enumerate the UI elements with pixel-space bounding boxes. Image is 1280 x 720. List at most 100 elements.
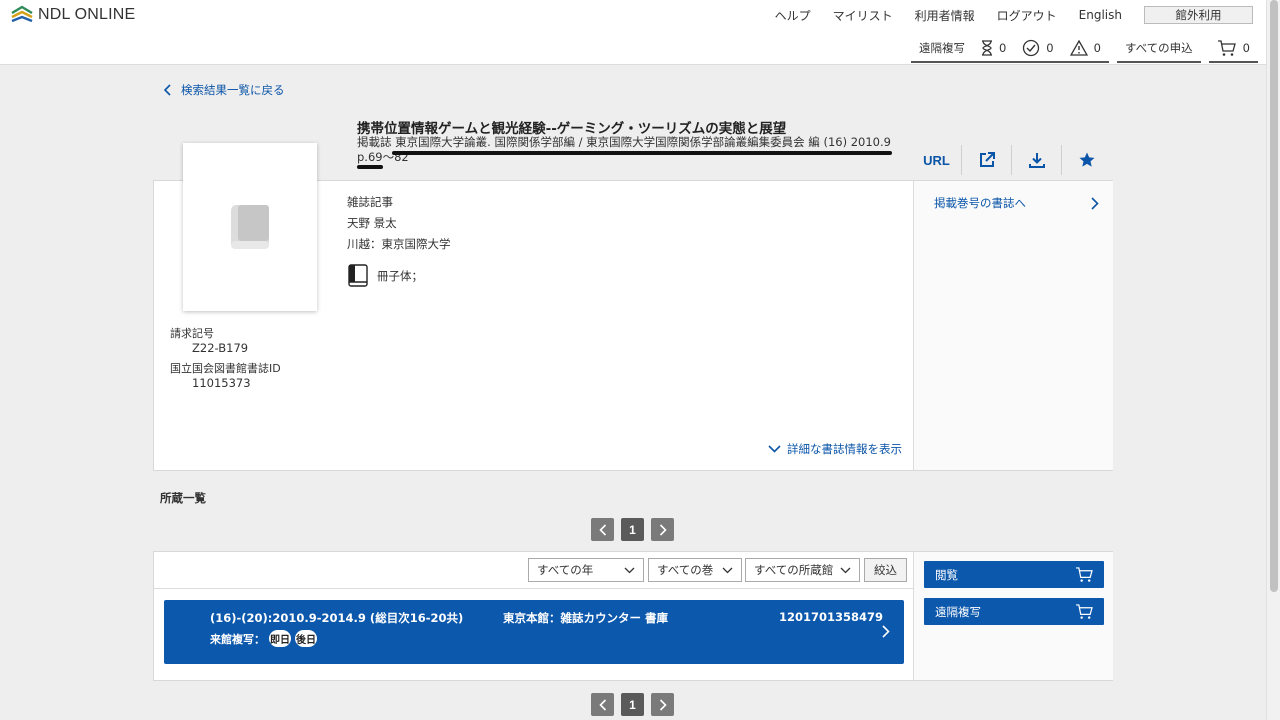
related-panel: 掲載巻号の書誌へ: [913, 181, 1113, 470]
ndl-id-label: 国立国会図書館書誌ID: [170, 362, 281, 375]
hourglass-icon: [981, 40, 992, 56]
prev-page-button[interactable]: [591, 518, 614, 541]
holding-copy-options: 来館複写： 即日 後日: [210, 630, 317, 647]
view-cart-button[interactable]: 閲覧: [924, 561, 1104, 588]
narrow-button[interactable]: 絞込: [864, 558, 907, 582]
nav-user-info[interactable]: 利用者情報: [915, 7, 975, 24]
done-stat: 0: [1022, 39, 1054, 57]
cart-tab[interactable]: 0: [1208, 35, 1258, 63]
logo-text: NDL ONLINE: [38, 6, 136, 23]
related-issue-link[interactable]: 掲載巻号の書誌へ: [934, 195, 1099, 211]
holdings-filters: すべての年 すべての巻 すべての所蔵館 絞込: [154, 552, 913, 589]
external-link-button[interactable]: [962, 145, 1012, 175]
item-thumbnail: [183, 143, 317, 311]
cart-count: 0: [1242, 41, 1250, 55]
scrollbar-thumb[interactable]: [1270, 0, 1278, 592]
external-link-icon: [979, 152, 995, 167]
related-link-label: 掲載巻号の書誌へ: [934, 196, 1026, 210]
holdings-title: 所蔵一覧: [160, 491, 206, 505]
holdings-card: すべての年 すべての巻 すべての所蔵館 絞込 (16)-(20):2010.9-…: [153, 551, 1113, 681]
scrollbar[interactable]: [1266, 0, 1280, 720]
pending-stat: 0: [981, 40, 1006, 56]
holding-row[interactable]: (16)-(20):2010.9-2014.9 (総目次16-20共) 東京本館…: [164, 600, 904, 664]
warn-count: 0: [1093, 41, 1101, 55]
remote-copy-status[interactable]: 遠隔複写 0 0 0: [910, 35, 1109, 63]
chevron-right-icon: [1091, 196, 1099, 210]
cart-stat: 0: [1217, 39, 1250, 57]
item-author: 天野 景太: [347, 216, 397, 230]
next-page-button[interactable]: [651, 518, 674, 541]
holding-volume: (16)-(20):2010.9-2014.9 (総目次16-20共): [210, 611, 464, 625]
year-select[interactable]: すべての年: [528, 558, 644, 582]
next-page-button[interactable]: [651, 693, 674, 716]
call-number-value: Z22-B179: [192, 341, 249, 355]
holding-number: 1201701358479: [779, 610, 884, 624]
chevron-left-icon: [163, 84, 171, 96]
show-details-link[interactable]: 詳細な書誌情報を表示: [768, 441, 902, 457]
nav-english[interactable]: English: [1079, 8, 1122, 22]
prev-page-button[interactable]: [591, 693, 614, 716]
book-icon: [348, 263, 368, 287]
item-title: 携帯位置情報ゲームと観光経験--ゲーミング・ツーリズムの実態と展望: [357, 121, 787, 137]
volume-select-value: すべての巻: [657, 563, 714, 577]
item-source: 掲載誌 東京国際大学論叢. 国際関係学部編 / 東京国際大学国際関係学部論叢編集…: [357, 135, 897, 169]
all-requests-label: すべての申込: [1124, 41, 1193, 55]
same-day-badge: 即日: [269, 630, 291, 647]
ndl-logo-icon: [11, 5, 33, 23]
url-button[interactable]: URL: [912, 145, 962, 175]
chevron-right-icon: [659, 523, 667, 536]
cart-icon: [1076, 603, 1093, 619]
cart-icon: [1076, 566, 1093, 582]
nav-mylist[interactable]: マイリスト: [833, 7, 893, 24]
warn-stat: 0: [1069, 40, 1101, 56]
pager-bottom: 1: [591, 693, 681, 716]
remote-copy-label: 遠隔複写: [918, 41, 965, 55]
chevron-right-icon: [882, 625, 890, 638]
copy-label: 来館複写：: [210, 632, 265, 646]
chevron-down-icon: [624, 567, 635, 573]
ndl-id-value: 11015373: [192, 376, 251, 390]
check-circle-icon: [1023, 39, 1040, 57]
outside-use-button[interactable]: 館外利用: [1144, 6, 1253, 24]
redaction-bar: [392, 151, 892, 155]
download-button[interactable]: [1012, 145, 1062, 175]
holdings-actions: 閲覧 遠隔複写: [913, 552, 1113, 680]
chevron-down-icon: [768, 445, 781, 453]
book-placeholder-icon: [231, 205, 269, 249]
chevron-left-icon: [598, 698, 606, 711]
all-requests-tab[interactable]: すべての申込: [1116, 35, 1201, 63]
chevron-right-icon: [659, 698, 667, 711]
item-identifiers: 請求記号 Z22-B179 国立国会図書館書誌ID 11015373: [170, 327, 281, 397]
favorite-button[interactable]: [1062, 145, 1112, 175]
chevron-left-icon: [598, 523, 606, 536]
chevron-down-icon: [840, 567, 851, 573]
pager-top: 1: [591, 518, 681, 541]
page-1-button[interactable]: 1: [621, 693, 644, 716]
call-number-label: 請求記号: [170, 327, 214, 340]
library-select[interactable]: すべての所蔵館: [745, 558, 860, 582]
view-btn-label: 閲覧: [935, 567, 958, 582]
source-text: 掲載誌 東京国際大学論叢. 国際関係学部編 / 東京国際大学国際関係学部論叢編集…: [357, 135, 891, 164]
done-count: 0: [1046, 41, 1054, 55]
remote-copy-cart-button[interactable]: 遠隔複写: [924, 598, 1104, 625]
volume-select[interactable]: すべての巻: [648, 558, 742, 582]
back-to-results-link[interactable]: 検索結果一覧に戻る: [163, 82, 285, 98]
item-type: 雑誌記事: [347, 195, 393, 209]
download-icon: [1028, 153, 1045, 168]
chevron-down-icon: [722, 567, 733, 573]
nav-help[interactable]: ヘルプ: [775, 7, 811, 24]
star-icon: [1079, 152, 1095, 167]
item-meta: 雑誌記事 天野 景太 川越：東京国際大学 冊子体；: [347, 194, 451, 287]
nav-logout[interactable]: ログアウト: [997, 7, 1057, 24]
library-select-value: すべての所蔵館: [754, 563, 834, 577]
page-1-button[interactable]: 1: [621, 518, 644, 541]
remote-copy-btn-label: 遠隔複写: [935, 604, 981, 619]
item-actions: URL: [912, 145, 1112, 175]
later-day-badge: 後日: [295, 630, 317, 647]
year-select-value: すべての年: [537, 563, 594, 577]
cart-icon: [1217, 39, 1236, 56]
url-label: URL: [923, 152, 950, 168]
format-label: 冊子体；: [377, 268, 423, 283]
back-link-label: 検索結果一覧に戻る: [181, 83, 285, 97]
logo[interactable]: NDL ONLINE: [11, 5, 135, 25]
